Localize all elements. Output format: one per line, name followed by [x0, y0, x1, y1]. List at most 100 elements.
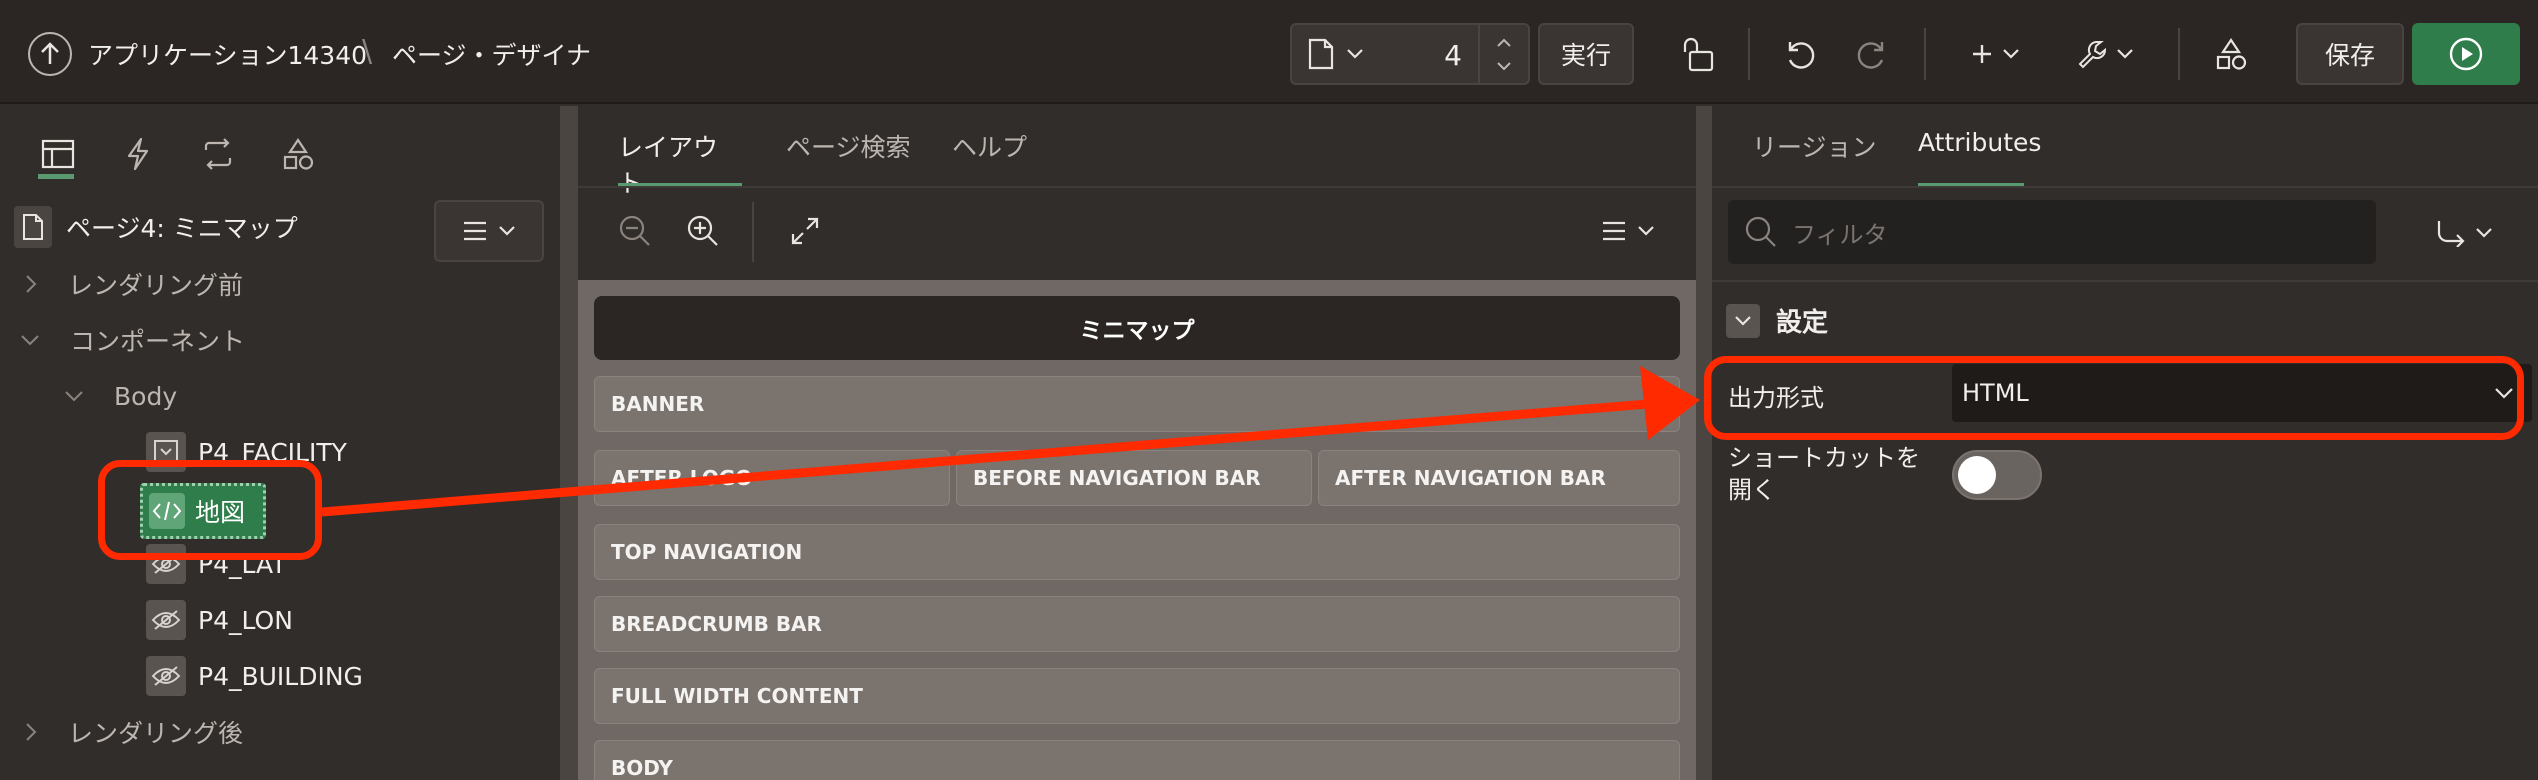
page-region-header[interactable]: ミニマップ: [594, 296, 1680, 360]
chevron-down-icon: [2476, 228, 2492, 238]
shortcut-toggle[interactable]: [1952, 450, 2042, 500]
chevron-down-icon[interactable]: [64, 389, 84, 403]
plus-icon: [1973, 45, 1991, 63]
slot-banner[interactable]: BANNER: [594, 376, 1680, 432]
arrow-up-icon: [41, 42, 59, 64]
page-icon: [23, 214, 43, 240]
filter-placeholder: フィルタ: [1792, 220, 1888, 249]
filter-box[interactable]: フィルタ: [1728, 200, 2376, 264]
page-stepper[interactable]: [1478, 25, 1528, 83]
tree-node-components[interactable]: コンポーネント: [20, 316, 245, 364]
tree-label: レンダリング後: [68, 719, 244, 748]
shared-components-button[interactable]: [2200, 23, 2262, 85]
property-editor-pane: リージョン Attributes フィルタ 設定 出力形式 HTML ショートカ…: [1712, 106, 2538, 780]
slot-after-navigation-bar[interactable]: AFTER NAVIGATION BAR: [1318, 450, 1680, 506]
chevron-up-icon[interactable]: [1496, 38, 1512, 48]
tab-layout[interactable]: レイアウト: [618, 128, 742, 198]
tab-processing[interactable]: [190, 126, 246, 182]
tree-label: レンダリング前: [68, 271, 244, 300]
wrench-icon: [2078, 41, 2107, 69]
page-selector[interactable]: 4: [1290, 23, 1530, 85]
tree-label: P4_BUILDING: [198, 661, 363, 691]
layout-menu-button[interactable]: [1588, 206, 1668, 256]
pane-splitter-right[interactable]: [1696, 106, 1712, 780]
slot-after-logo[interactable]: AFTER LOGO: [594, 450, 950, 506]
process-cycle-icon: [204, 138, 232, 170]
navigate-up-button[interactable]: [28, 32, 72, 76]
toolbar-divider: [752, 202, 754, 262]
tree-label: Body: [114, 381, 178, 411]
menu-lines-icon: [464, 221, 486, 241]
annotation-highlight-output-format: [1704, 356, 2524, 440]
run-label: 実行: [1560, 41, 1611, 70]
lock-button[interactable]: [1668, 23, 1728, 85]
play-circle-icon: [2449, 37, 2483, 71]
zoom-in-button[interactable]: [678, 206, 728, 256]
tree-node-before-rendering[interactable]: レンダリング前: [24, 260, 243, 308]
slot-body[interactable]: BODY: [594, 740, 1680, 780]
expand-button[interactable]: [780, 206, 830, 256]
zoom-out-button[interactable]: [610, 206, 660, 256]
expand-icon: [791, 217, 819, 245]
slot-before-navigation-bar[interactable]: BEFORE NAVIGATION BAR: [956, 450, 1312, 506]
search-icon: [1745, 216, 1776, 247]
header-bar: アプリケーション14340 \ ページ・デザイナ 4 実行 保存: [0, 0, 2538, 104]
redo-button[interactable]: [1842, 23, 1902, 85]
layout-canvas: ミニマップ BANNER AFTER LOGO BEFORE NAVIGATIO…: [578, 280, 1696, 780]
pane-splitter-left[interactable]: [560, 106, 578, 780]
page-node[interactable]: ページ4: ミニマップ: [14, 206, 298, 248]
undo-button[interactable]: [1770, 23, 1830, 85]
hidden-item-icon: [146, 600, 186, 640]
tab-help[interactable]: ヘルプ: [952, 128, 1027, 188]
section-title: 設定: [1776, 308, 1829, 338]
chevron-down-icon[interactable]: [20, 333, 40, 347]
save-and-run-button[interactable]: [2412, 23, 2520, 85]
utilities-menu-button[interactable]: [2070, 23, 2140, 85]
chevron-right-icon[interactable]: [24, 722, 38, 742]
chevron-down-icon[interactable]: [1496, 61, 1512, 71]
active-tab-indicator: [38, 174, 74, 179]
tab-label: ページ検索: [786, 133, 911, 162]
hidden-item-icon: [146, 656, 186, 696]
chevron-down-icon: [1638, 226, 1654, 236]
page-title: ページ4: ミニマップ: [66, 214, 298, 243]
app-title-link[interactable]: アプリケーション14340: [88, 36, 367, 72]
rendering-tree-icon: [41, 139, 75, 169]
tab-label: レイアウト: [618, 133, 719, 198]
chevron-down-icon: [499, 226, 515, 236]
undo-icon: [1788, 42, 1815, 69]
tree-item-p4-lon[interactable]: P4_LON: [146, 596, 293, 644]
tree-node-body[interactable]: Body: [64, 372, 177, 420]
tabs-divider: [578, 186, 1696, 188]
tree-node-after-rendering[interactable]: レンダリング後: [24, 708, 243, 756]
tab-region[interactable]: リージョン: [1752, 128, 1877, 188]
chevron-right-icon[interactable]: [24, 274, 38, 294]
left-pane: ページ4: ミニマップ レンダリング前 コンポーネント Body P4_FACI…: [0, 106, 560, 780]
save-button[interactable]: 保存: [2296, 23, 2404, 85]
go-to-group-button[interactable]: [2424, 206, 2504, 260]
toggle-knob: [1958, 456, 1996, 494]
page-icon-wrap: [14, 206, 52, 248]
run-page-button[interactable]: 実行: [1538, 23, 1634, 85]
tab-shared-components[interactable]: [270, 126, 326, 182]
shapes-icon: [2216, 38, 2247, 70]
filter-divider: [1712, 280, 2538, 282]
tab-page-search[interactable]: ページ検索: [786, 128, 911, 188]
slot-breadcrumb-bar[interactable]: BREADCRUMB BAR: [594, 596, 1680, 652]
slot-top-navigation[interactable]: TOP NAVIGATION: [594, 524, 1680, 580]
page-number-input[interactable]: 4: [1444, 39, 1462, 72]
shortcut-label: ショートカットを開く: [1728, 444, 1920, 504]
chevron-down-icon: [1735, 315, 1751, 326]
page-icon: [1308, 38, 1334, 70]
collapse-toggle[interactable]: [1726, 303, 1760, 338]
header-divider: [1748, 28, 1750, 80]
create-menu-button[interactable]: [1960, 23, 2030, 85]
tab-dynamic-actions[interactable]: [110, 126, 166, 182]
tab-attributes[interactable]: Attributes: [1918, 128, 2041, 188]
tree-item-p4-building[interactable]: P4_BUILDING: [146, 652, 363, 700]
settings-section-header[interactable]: 設定: [1726, 302, 1828, 339]
page-region-title: ミニマップ: [1079, 318, 1195, 344]
tree-menu-button[interactable]: [434, 200, 544, 262]
chevron-down-icon: [2003, 49, 2019, 59]
slot-full-width-content[interactable]: FULL WIDTH CONTENT: [594, 668, 1680, 724]
